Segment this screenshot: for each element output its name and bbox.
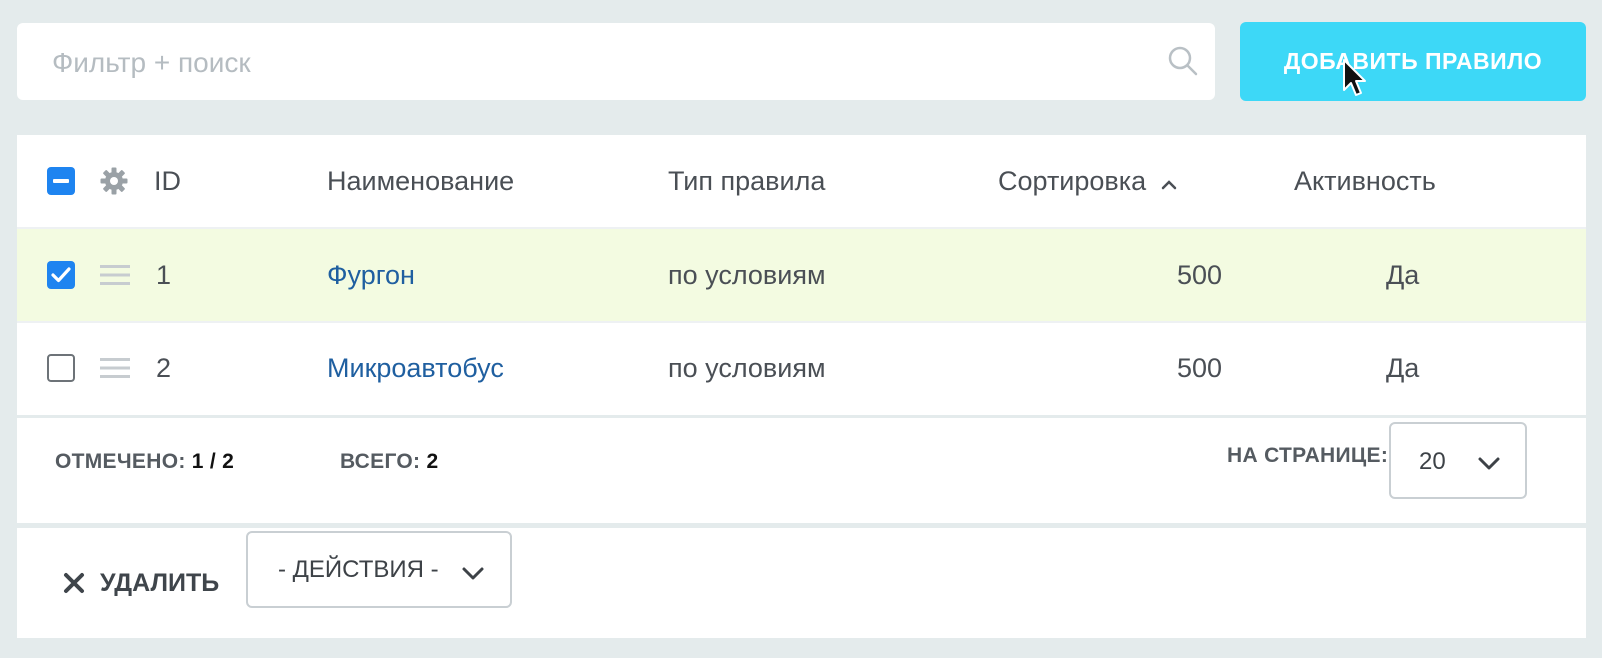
column-header-id[interactable]: ID [154, 135, 181, 227]
delete-button[interactable]: УДАЛИТЬ [62, 558, 219, 608]
search-icon[interactable] [1167, 45, 1199, 77]
cell-sort: 500 [1176, 260, 1222, 290]
total-count-label: ВСЕГО: [340, 450, 421, 473]
add-rule-button[interactable]: ДОБАВИТЬ ПРАВИЛО [1240, 22, 1586, 101]
delete-button-label: УДАЛИТЬ [100, 568, 220, 597]
column-header-sort[interactable]: Сортировка [998, 135, 1178, 227]
checkmark-icon [51, 267, 71, 283]
column-header-name[interactable]: Наименование [327, 135, 514, 227]
drag-handle-icon[interactable] [100, 356, 130, 380]
drag-handle-icon[interactable] [100, 263, 130, 287]
cell-id: 2 [156, 353, 172, 383]
chevron-down-icon [1478, 457, 1500, 470]
chevron-down-icon [462, 567, 484, 580]
total-count: ВСЕГО: 2 [340, 450, 438, 474]
selected-count: ОТМЕЧЕНО: 1 / 2 [55, 450, 234, 474]
per-page-label: НА СТРАНИЦЕ: [1227, 444, 1389, 467]
per-page-select[interactable]: 20 [1389, 422, 1527, 499]
table-footer: ОТМЕЧЕНО: 1 / 2 ВСЕГО: 2 НА СТРАНИЦЕ: 20 [17, 418, 1586, 523]
selected-count-value: 1 / 2 [191, 450, 235, 473]
table-header: ID Наименование Тип правила Сортировка А… [17, 135, 1586, 227]
row-checkbox[interactable] [47, 354, 75, 382]
column-header-sort-label: Сортировка [998, 166, 1147, 196]
column-header-active[interactable]: Активность [1294, 135, 1436, 227]
chevron-up-icon [1161, 180, 1176, 190]
cell-active: Да [1386, 353, 1420, 383]
rule-name-link[interactable]: Микроавтобус [327, 322, 504, 414]
cell-sort: 500 [1176, 353, 1222, 383]
table-row[interactable]: 1 Фургон по условиям 500 Да [17, 229, 1586, 321]
search-input[interactable] [50, 23, 1154, 102]
row-checkbox[interactable] [47, 261, 75, 289]
actions-select-value: - ДЕЙСТВИЯ - [278, 556, 439, 583]
selected-count-label: ОТМЕЧЕНО: [55, 450, 186, 473]
rules-table: ID Наименование Тип правила Сортировка А… [17, 135, 1586, 415]
table-row[interactable]: 2 Микроавтобус по условиям 500 Да [17, 322, 1586, 414]
cell-active: Да [1386, 260, 1420, 290]
cell-type: по условиям [668, 260, 826, 290]
gear-icon[interactable] [99, 166, 129, 196]
per-page-value: 20 [1419, 448, 1446, 475]
cell-id: 1 [156, 260, 172, 290]
column-header-type[interactable]: Тип правила [668, 135, 825, 227]
select-all-checkbox[interactable] [47, 167, 75, 195]
cell-type: по условиям [668, 353, 826, 383]
rule-name-link[interactable]: Фургон [327, 229, 415, 321]
total-count-value: 2 [426, 450, 439, 473]
close-icon [64, 573, 84, 593]
search-bar [17, 23, 1215, 102]
bulk-actions-bar: УДАЛИТЬ - ДЕЙСТВИЯ - [17, 528, 1586, 638]
actions-select[interactable]: - ДЕЙСТВИЯ - [246, 531, 512, 608]
